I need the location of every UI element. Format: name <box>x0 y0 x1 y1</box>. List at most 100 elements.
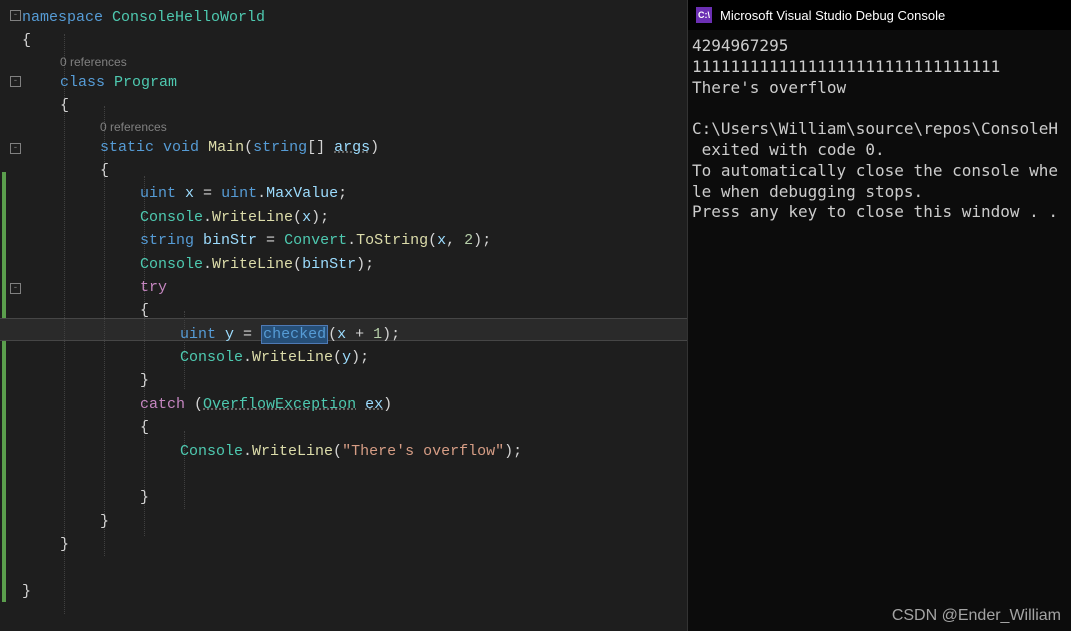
type-console: Console <box>140 209 203 226</box>
brace-open: { <box>22 32 31 49</box>
code-line[interactable]: static void Main(string[] args) <box>22 136 687 159</box>
brackets: [] <box>307 139 325 156</box>
vs-console-icon: C:\ <box>696 7 712 23</box>
code-line[interactable]: Console.WriteLine("There's overflow"); <box>22 440 687 463</box>
editor-gutter: - - - - <box>0 0 22 631</box>
code-line[interactable]: { <box>22 159 687 182</box>
brace-close: } <box>140 372 149 389</box>
brace-close: } <box>22 583 31 600</box>
paren-open: ( <box>333 349 342 366</box>
semicolon: ; <box>320 209 329 226</box>
method-writeline: WriteLine <box>252 443 333 460</box>
paren-close: ) <box>382 326 391 343</box>
type-console: Console <box>180 349 243 366</box>
dot: . <box>347 232 356 249</box>
code-line[interactable]: class Program <box>22 71 687 94</box>
code-line[interactable]: } <box>22 510 687 533</box>
method-writeline: WriteLine <box>252 349 333 366</box>
code-line[interactable]: { <box>22 416 687 439</box>
type-uint: uint <box>221 185 257 202</box>
brace-open: { <box>140 419 149 436</box>
outline-toggle[interactable]: - <box>10 283 21 294</box>
outline-toggle[interactable]: - <box>10 76 21 87</box>
code-line[interactable]: Console.WriteLine(y); <box>22 346 687 369</box>
code-line[interactable] <box>22 463 687 486</box>
dot: . <box>203 209 212 226</box>
type-overflowexception: OverflowException <box>203 396 356 413</box>
namespace-name: ConsoleHelloWorld <box>112 9 265 26</box>
dot: . <box>257 185 266 202</box>
code-line[interactable]: uint y = checked(x + 1); <box>22 323 687 346</box>
debug-console-window[interactable]: C:\ Microsoft Visual Studio Debug Consol… <box>687 0 1071 631</box>
code-content[interactable]: namespace ConsoleHelloWorld { 0 referenc… <box>22 6 687 603</box>
code-line[interactable]: namespace ConsoleHelloWorld <box>22 6 687 29</box>
paren-close: ) <box>370 139 379 156</box>
code-line[interactable]: string binStr = Convert.ToString(x, 2); <box>22 229 687 252</box>
code-line[interactable]: catch (OverflowException ex) <box>22 393 687 416</box>
semicolon: ; <box>391 326 400 343</box>
dot: . <box>203 256 212 273</box>
type-console: Console <box>140 256 203 273</box>
paren-close: ) <box>504 443 513 460</box>
watermark-text: CSDN @Ender_William <box>892 607 1061 625</box>
code-line[interactable]: } <box>22 486 687 509</box>
code-editor-pane[interactable]: - - - - namespace ConsoleHelloWorld { 0 … <box>0 0 687 631</box>
keyword-static: static <box>100 139 154 156</box>
code-line[interactable]: { <box>22 94 687 117</box>
keyword-string: string <box>140 232 194 249</box>
console-title-text: Microsoft Visual Studio Debug Console <box>720 8 945 23</box>
codelens-references[interactable]: 0 references <box>22 53 687 71</box>
paren-close: ) <box>311 209 320 226</box>
code-line[interactable] <box>22 557 687 580</box>
code-line[interactable]: try <box>22 276 687 299</box>
outline-toggle[interactable]: - <box>10 143 21 154</box>
paren-close: ) <box>351 349 360 366</box>
paren-open: ( <box>293 209 302 226</box>
var-x: x <box>185 185 194 202</box>
semicolon: ; <box>365 256 374 273</box>
code-line[interactable]: { <box>22 299 687 322</box>
keyword-void: void <box>163 139 199 156</box>
brace-close: } <box>60 536 69 553</box>
var-binstr: binStr <box>302 256 356 273</box>
keyword-class: class <box>60 74 105 91</box>
op-eq: = <box>234 326 261 343</box>
console-titlebar[interactable]: C:\ Microsoft Visual Studio Debug Consol… <box>688 0 1071 30</box>
code-line[interactable]: } <box>22 580 687 603</box>
change-marker <box>2 172 6 602</box>
console-output[interactable]: 4294967295 11111111111111111111111111111… <box>688 30 1071 631</box>
member-maxvalue: MaxValue <box>266 185 338 202</box>
code-line[interactable]: Console.WriteLine(binStr); <box>22 253 687 276</box>
brace-open: { <box>60 97 69 114</box>
paren-close: ) <box>383 396 392 413</box>
code-line[interactable]: } <box>22 369 687 392</box>
var-x: x <box>302 209 311 226</box>
code-line[interactable]: uint x = uint.MaxValue; <box>22 182 687 205</box>
literal-2: 2 <box>464 232 473 249</box>
codelens-references[interactable]: 0 references <box>22 118 687 136</box>
var-x: x <box>337 326 346 343</box>
dot: . <box>243 349 252 366</box>
method-writeline: WriteLine <box>212 256 293 273</box>
brace-close: } <box>100 513 109 530</box>
paren-open: ( <box>333 443 342 460</box>
var-y: y <box>225 326 234 343</box>
code-line[interactable]: { <box>22 29 687 52</box>
paren-open: ( <box>244 139 253 156</box>
literal-1: 1 <box>373 326 382 343</box>
keyword-checked-selected: checked <box>261 325 328 344</box>
paren-close: ) <box>356 256 365 273</box>
type-convert: Convert <box>284 232 347 249</box>
op-eq: = <box>194 185 221 202</box>
brace-open: { <box>140 302 149 319</box>
code-line[interactable]: Console.WriteLine(x); <box>22 206 687 229</box>
code-line[interactable]: } <box>22 533 687 556</box>
keyword-try: try <box>140 279 167 296</box>
dot: . <box>243 443 252 460</box>
keyword-uint: uint <box>180 326 216 343</box>
outline-toggle[interactable]: - <box>10 10 21 21</box>
semicolon: ; <box>360 349 369 366</box>
op-eq: = <box>257 232 284 249</box>
semicolon: ; <box>513 443 522 460</box>
paren-close: ) <box>473 232 482 249</box>
